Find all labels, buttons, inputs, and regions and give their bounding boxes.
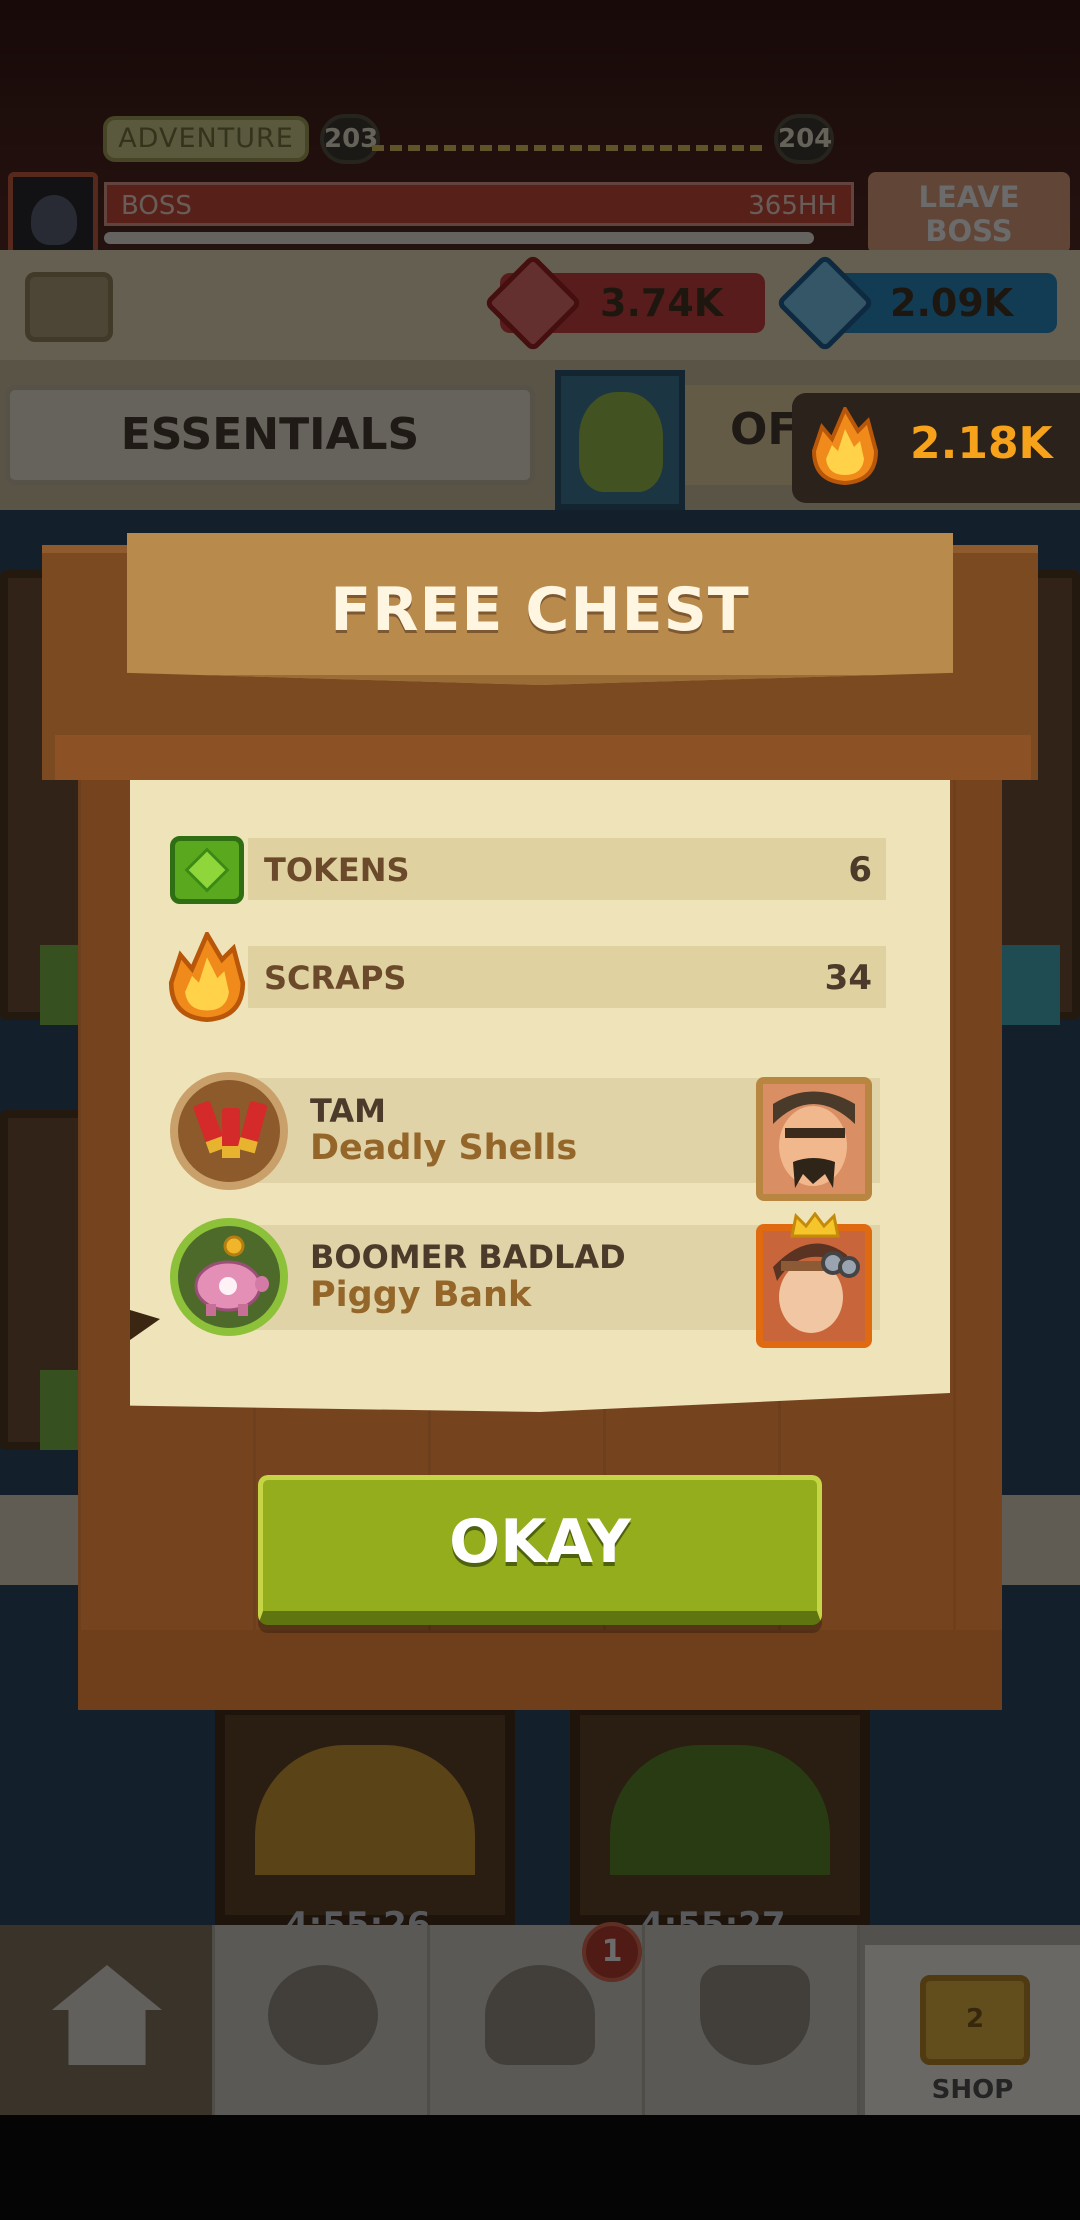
hero-name: BOOMER BADLAD bbox=[310, 1238, 626, 1276]
green-pile-icon bbox=[610, 1745, 830, 1875]
level-progress-track bbox=[372, 145, 762, 151]
shotgun-shells-icon bbox=[193, 1101, 267, 1158]
mine-chest[interactable] bbox=[215, 1705, 515, 1925]
modal-header-plank bbox=[55, 735, 1031, 780]
okay-label: OKAY bbox=[449, 1507, 631, 1577]
helmet-icon bbox=[485, 1965, 595, 2065]
boss-head-icon bbox=[31, 195, 77, 245]
item-name: Deadly Shells bbox=[310, 1128, 578, 1168]
piggy-bank-icon bbox=[194, 1235, 269, 1316]
current-level-badge: 203 bbox=[320, 114, 380, 164]
modal-footer bbox=[78, 1630, 1002, 1710]
boss-label: BOSS bbox=[121, 191, 192, 221]
tab-essentials[interactable]: ESSENTIALS bbox=[5, 385, 535, 485]
cauldron-icon bbox=[700, 1965, 810, 2065]
reward-label: TOKENS bbox=[264, 851, 410, 889]
boss-timer-bar bbox=[104, 232, 814, 244]
hero-portrait-tam bbox=[756, 1077, 872, 1201]
goblin-tab[interactable] bbox=[555, 370, 685, 510]
scraps-icon bbox=[811, 407, 879, 485]
boss-hp-value: 365HH bbox=[748, 191, 837, 221]
card-accent bbox=[1000, 945, 1060, 1025]
gear-icon bbox=[268, 1965, 378, 2065]
notification-badge: 1 bbox=[582, 1922, 642, 1982]
adventure-label: ADVENTURE bbox=[103, 116, 309, 162]
boomer-face-icon bbox=[763, 1231, 865, 1341]
shop-chest-icon: 2 bbox=[920, 1975, 1030, 2065]
item-name: Piggy Bank bbox=[310, 1275, 532, 1315]
tam-face-icon bbox=[763, 1084, 865, 1194]
chest-icon[interactable] bbox=[25, 272, 113, 342]
leave-boss-button[interactable]: LEAVE BOSS bbox=[868, 172, 1070, 254]
system-nav-area bbox=[0, 2115, 1080, 2220]
crown-icon bbox=[790, 1212, 840, 1238]
mine-chest[interactable] bbox=[570, 1705, 870, 1925]
item-medal bbox=[170, 1218, 288, 1336]
scraps-icon bbox=[168, 932, 246, 1022]
modal-title: FREE CHEST bbox=[330, 575, 750, 645]
hero-name: TAM bbox=[310, 1092, 386, 1130]
scraps-total: 2.18K bbox=[910, 418, 1053, 469]
reward-value: 6 bbox=[848, 850, 872, 890]
reward-label: SCRAPS bbox=[264, 959, 407, 997]
item-medal bbox=[170, 1072, 288, 1190]
scraps-counter: 2.18K bbox=[792, 393, 1080, 503]
shop-label: SHOP bbox=[931, 2075, 1014, 2105]
boss-health-bar: BOSS 365HH bbox=[104, 182, 854, 226]
boss-portrait[interactable] bbox=[8, 172, 98, 262]
reward-value: 34 bbox=[824, 958, 872, 998]
gold-pile-icon bbox=[255, 1745, 475, 1875]
next-level-badge: 204 bbox=[774, 114, 834, 164]
ruby-value: 3.74K bbox=[600, 281, 724, 325]
hero-portrait-boomer bbox=[756, 1224, 872, 1348]
goblin-icon bbox=[579, 392, 663, 492]
leave-boss-line2: BOSS bbox=[925, 214, 1013, 248]
leave-boss-line1: LEAVE bbox=[918, 180, 1020, 214]
token-icon bbox=[170, 836, 244, 904]
gem-value: 2.09K bbox=[890, 281, 1014, 325]
